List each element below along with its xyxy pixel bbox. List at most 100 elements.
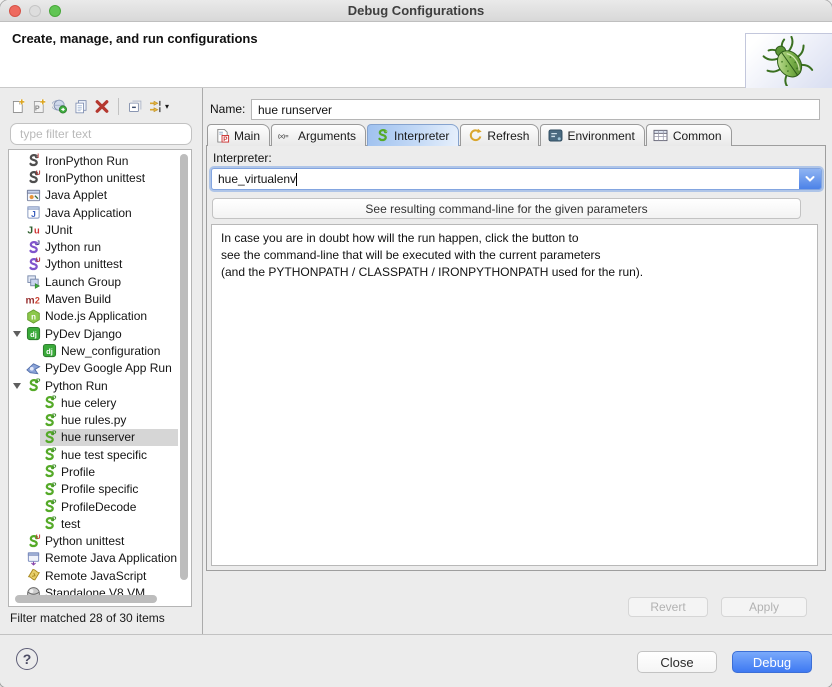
tree-item-hue-rules-py[interactable]: Phue rules.py — [10, 411, 178, 428]
django-icon: dj — [41, 343, 57, 358]
svg-text:P: P — [52, 413, 57, 420]
tree-item-label: test — [61, 517, 80, 531]
tree-item-label: Maven Build — [45, 292, 111, 306]
dropdown-arrow-icon: ▾ — [165, 102, 169, 111]
tab-refresh[interactable]: Refresh — [460, 124, 539, 146]
svg-text:P: P — [52, 516, 57, 523]
text-cursor — [296, 173, 297, 186]
tree-item-remote-javascript[interactable]: Remote JavaScript — [10, 567, 178, 584]
tree-item-content: IIronPython Run — [24, 152, 178, 169]
info-line: see the command-line that will be execut… — [221, 247, 808, 264]
tree-item-java-application[interactable]: JJava Application — [10, 204, 178, 221]
info-line: (and the PYTHONPATH / CLASSPATH / IRONPY… — [221, 264, 808, 281]
delete-launch-configuration-button[interactable] — [92, 94, 112, 118]
tree-item-hue-runserver[interactable]: Phue runserver — [10, 429, 178, 446]
tree-item-hue-test-specific[interactable]: Phue test specific — [10, 446, 178, 463]
tab-environment[interactable]: Environment — [540, 124, 644, 146]
collapse-all-button[interactable] — [125, 94, 145, 118]
python-run-icon: P — [41, 464, 57, 479]
python-run-icon: P — [41, 413, 57, 428]
tree-item-label: Profile specific — [61, 482, 138, 496]
new-launch-configuration-button[interactable] — [8, 94, 28, 118]
info-line: In case you are in doubt how will the ru… — [221, 230, 808, 247]
python-unittest-icon: U — [25, 534, 41, 549]
tab-interpreter[interactable]: Interpreter — [367, 124, 459, 146]
tree-item-pydev-django[interactable]: dj PyDev Django — [10, 325, 178, 342]
tree-item-label: Node.js Application — [45, 309, 147, 323]
svg-text:P: P — [35, 104, 40, 112]
tree-item-label: Remote JavaScript — [45, 569, 146, 583]
tree-item-content: JJython run — [24, 238, 178, 255]
svg-text:I: I — [37, 153, 39, 160]
svg-text:U: U — [35, 257, 40, 264]
refresh-tab-icon — [467, 128, 483, 143]
django-icon: dj — [25, 326, 41, 341]
svg-text:J: J — [27, 226, 33, 237]
tree-item-jython-unittest[interactable]: UJython unittest — [10, 256, 178, 273]
arguments-tab-icon: (x)= — [278, 130, 294, 142]
combo-dropdown-button[interactable] — [799, 169, 821, 189]
common-tab-icon — [653, 129, 669, 142]
apply-button[interactable]: Apply — [721, 597, 807, 617]
expand-arrow-icon[interactable] — [10, 383, 24, 389]
tree-item-profile-specific[interactable]: PProfile specific — [10, 481, 178, 498]
tab-common[interactable]: Common — [646, 124, 732, 146]
tree-item-hue-celery[interactable]: Phue celery — [10, 394, 178, 411]
tree-item-maven-build[interactable]: m2Maven Build — [10, 290, 178, 307]
tree-vertical-scrollbar[interactable] — [180, 154, 188, 580]
tree-item-content: Java Applet — [24, 187, 178, 204]
tab-arguments[interactable]: (x)=Arguments — [271, 124, 366, 146]
tree-item-java-applet[interactable]: Java Applet — [10, 187, 178, 204]
debug-bug-icon — [745, 33, 832, 88]
tree-item-ironpython-unittest[interactable]: UIronPython unittest — [10, 169, 178, 186]
tree-item-python-unittest[interactable]: U Python unittest — [10, 533, 178, 550]
close-button[interactable]: Close — [637, 651, 717, 673]
debug-button[interactable]: Debug — [732, 651, 812, 673]
svg-text:n: n — [31, 313, 36, 322]
revert-button[interactable]: Revert — [628, 597, 708, 617]
panel-sash[interactable] — [202, 88, 203, 634]
tab-label: Environment — [567, 129, 634, 143]
title-bar: Debug Configurations — [0, 0, 832, 22]
tree-item-jython-run[interactable]: JJython run — [10, 238, 178, 255]
tree-item-content: Remote Java Application — [24, 550, 178, 567]
name-input[interactable] — [251, 99, 820, 120]
launch-config-tree: IIronPython Run UIronPython unittest Java… — [8, 149, 192, 607]
tree-item-remote-java-application[interactable]: Remote Java Application — [10, 550, 178, 567]
svg-text:P: P — [52, 395, 57, 402]
tree-item-content: U Python unittest — [24, 533, 178, 550]
tree-item-label: PyDev Google App Run — [45, 361, 172, 375]
filter-input[interactable] — [10, 123, 192, 145]
tree-item-label: Java Application — [45, 206, 132, 220]
toolbar-separator — [118, 98, 119, 115]
tree-horizontal-scrollbar[interactable] — [15, 595, 157, 603]
tree-item-junit[interactable]: JuJUnit — [10, 221, 178, 238]
tree-item-label: Java Applet — [45, 188, 107, 202]
tree-item-content: UIronPython unittest — [24, 169, 178, 186]
tree-item-launch-group[interactable]: Launch Group — [10, 273, 178, 290]
tree-item-label: New_configuration — [61, 344, 160, 358]
expand-arrow-icon[interactable] — [10, 331, 24, 337]
see-command-line-button[interactable]: See resulting command-line for the given… — [212, 198, 801, 219]
help-button[interactable]: ? — [16, 648, 38, 670]
tree-item-label: Python unittest — [45, 534, 124, 548]
tree-item-profiledecode[interactable]: PProfileDecode — [10, 498, 178, 515]
filter-launch-configurations-button[interactable]: ▾ — [146, 94, 171, 118]
new-launch-prototype-button[interactable]: P — [29, 94, 49, 118]
tab-main[interactable]: PMain — [207, 124, 270, 146]
tree-item-test[interactable]: Ptest — [10, 515, 178, 532]
export-launch-configurations-button[interactable] — [50, 94, 70, 118]
environment-tab-icon — [547, 129, 563, 142]
tree-item-pydev-google-app-run[interactable]: PyDev Google App Run — [10, 360, 178, 377]
duplicate-launch-configuration-button[interactable] — [71, 94, 91, 118]
tree-item-ironpython-run[interactable]: IIronPython Run — [10, 152, 178, 169]
tree-item-profile[interactable]: PProfile — [10, 463, 178, 480]
tree-item-label: Python Run — [45, 379, 108, 393]
tree-item-python-run[interactable]: PPython Run — [10, 377, 178, 394]
tab-label: Main — [234, 129, 260, 143]
tree-item-label: PyDev Django — [45, 327, 122, 341]
tree-item-node-js-application[interactable]: n Node.js Application — [10, 308, 178, 325]
interpreter-combo[interactable]: hue_virtualenv — [211, 168, 822, 190]
tree-item-new-configuration[interactable]: dj New_configuration — [10, 342, 178, 359]
tree-item-label: hue rules.py — [61, 413, 126, 427]
